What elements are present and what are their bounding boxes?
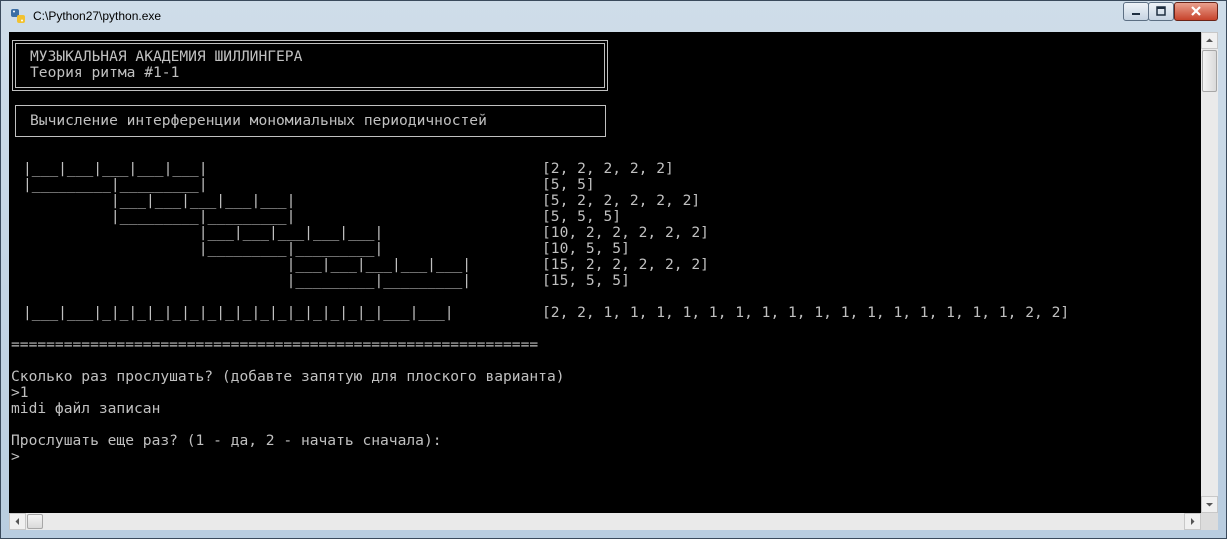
title-bar[interactable]: C:\Python27\python.exe: [1, 1, 1226, 31]
horizontal-scrollbar[interactable]: [9, 513, 1201, 530]
rhythm-values: [5, 5, 5]: [542, 208, 622, 225]
rhythm-graph-row: |___|___|___|___|___|: [23, 160, 208, 177]
rhythm-values: [2, 2, 2, 2, 2]: [542, 160, 674, 177]
maximize-button[interactable]: [1148, 2, 1174, 21]
user-input-repeat: >1: [11, 384, 29, 401]
result-graph-row: |___|___|_|_|_|_|_|_|_|_|_|_|_|_|_|_|_|_…: [23, 304, 454, 321]
rhythm-graph-row: |___|___|___|___|___|: [23, 256, 472, 273]
midi-status: midi файл записан: [11, 400, 161, 417]
close-icon: [1191, 6, 1201, 16]
separator-line: ========================================…: [11, 336, 539, 353]
rhythm-values: [15, 2, 2, 2, 2, 2]: [542, 256, 709, 273]
rhythm-graph-row: |_________|_________|: [23, 240, 384, 257]
window-title: C:\Python27\python.exe: [33, 9, 162, 23]
scroll-up-button[interactable]: [1201, 32, 1218, 49]
header-subtitle: Теория ритма #1-1: [30, 64, 180, 81]
rhythm-values: [15, 5, 5]: [542, 272, 630, 289]
arrow-left-icon: [15, 518, 19, 525]
prompt-repeat-count: Сколько раз прослушать? (добавте запятую…: [11, 368, 565, 385]
rhythm-values: [5, 2, 2, 2, 2, 2]: [542, 192, 701, 209]
minimize-button[interactable]: [1123, 2, 1149, 21]
console-output[interactable]: МУЗЫКАЛЬНАЯ АКАДЕМИЯ ШИЛЛИНГЕРА Теория р…: [9, 32, 1201, 513]
resize-grip[interactable]: [1201, 513, 1218, 530]
header-title: МУЗЫКАЛЬНАЯ АКАДЕМИЯ ШИЛЛИНГЕРА: [30, 48, 303, 65]
arrow-down-icon: [1206, 503, 1213, 507]
task-title: Вычисление интерференции мономиальных пе…: [30, 112, 487, 129]
scroll-left-button[interactable]: [9, 513, 26, 530]
result-values: [2, 2, 1, 1, 1, 1, 1, 1, 1, 1, 1, 1, 1, …: [542, 304, 1070, 321]
python-icon: [11, 9, 25, 23]
console-window: C:\Python27\python.exe МУЗЫКАЛЬНАЯ АКАДЕ…: [0, 0, 1227, 539]
arrow-right-icon: [1191, 518, 1195, 525]
rhythm-graph-row: |_________|_________|: [23, 176, 208, 193]
scroll-down-button[interactable]: [1201, 496, 1218, 513]
rhythm-values: [10, 2, 2, 2, 2, 2]: [542, 224, 709, 241]
vertical-scrollbar[interactable]: [1201, 32, 1218, 513]
input-prompt[interactable]: >: [11, 449, 20, 465]
close-button[interactable]: [1174, 2, 1218, 21]
minimize-icon: [1132, 13, 1140, 15]
arrow-up-icon: [1206, 38, 1213, 42]
rhythm-graph-row: |___|___|___|___|___|: [23, 224, 384, 241]
maximize-icon: [1156, 6, 1166, 16]
scroll-right-button[interactable]: [1184, 513, 1201, 530]
rhythm-graph-row: |_________|_________|: [23, 272, 472, 289]
vertical-scroll-thumb[interactable]: [1202, 50, 1217, 92]
horizontal-scroll-thumb[interactable]: [27, 514, 43, 529]
rhythm-graph-row: |_________|_________|: [23, 208, 296, 225]
rhythm-values: [5, 5]: [542, 176, 595, 193]
prompt-listen-again: Прослушать еще раз? (1 - да, 2 - начать …: [11, 432, 442, 449]
rhythm-graph-row: |___|___|___|___|___|: [23, 192, 296, 209]
rhythm-values: [10, 5, 5]: [542, 240, 630, 257]
